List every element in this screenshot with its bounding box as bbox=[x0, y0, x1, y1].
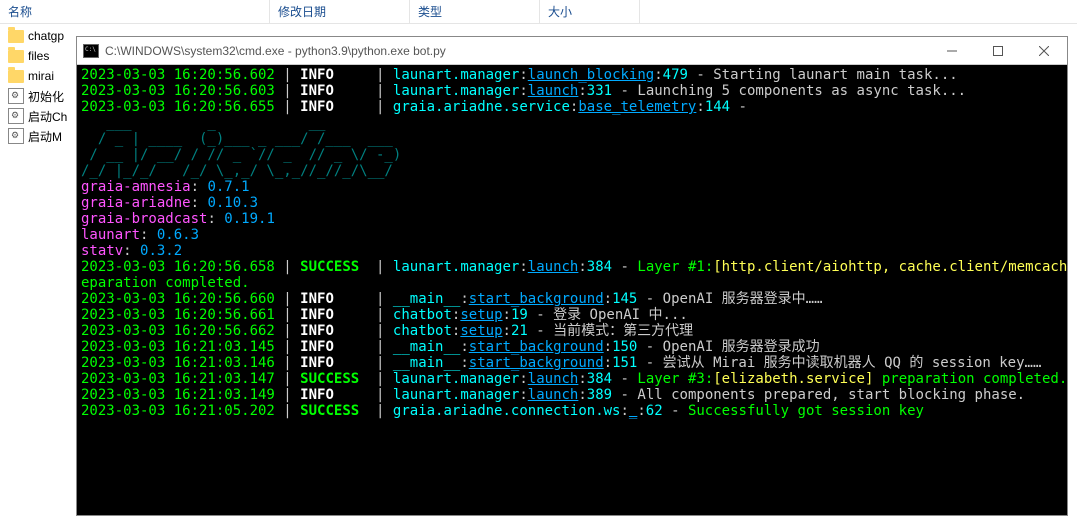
file-label: chatgp bbox=[28, 29, 64, 43]
file-label: 启动Ch bbox=[28, 108, 67, 125]
window-controls bbox=[929, 37, 1067, 64]
col-date[interactable]: 修改日期 bbox=[270, 0, 410, 24]
batch-file-icon bbox=[8, 108, 24, 124]
cmd-window: C:\WINDOWS\system32\cmd.exe - python3.9\… bbox=[76, 36, 1068, 516]
cmd-icon bbox=[83, 44, 99, 58]
file-label: mirai bbox=[28, 69, 54, 83]
file-label: files bbox=[28, 49, 49, 63]
minimize-button[interactable] bbox=[929, 37, 975, 65]
file-label: 启动M bbox=[28, 128, 62, 145]
folder-icon bbox=[8, 30, 24, 43]
file-label: 初始化 bbox=[28, 88, 64, 105]
cmd-body[interactable]: 2023-03-03 16:20:56.602 | INFO | launart… bbox=[77, 65, 1067, 515]
batch-file-icon bbox=[8, 128, 24, 144]
col-size[interactable]: 大小 bbox=[540, 0, 640, 24]
maximize-button[interactable] bbox=[975, 37, 1021, 65]
cmd-title: C:\WINDOWS\system32\cmd.exe - python3.9\… bbox=[105, 44, 929, 58]
batch-file-icon bbox=[8, 88, 24, 104]
col-name[interactable]: 名称 bbox=[0, 0, 270, 24]
col-type[interactable]: 类型 bbox=[410, 0, 540, 24]
folder-icon bbox=[8, 70, 24, 83]
cmd-titlebar[interactable]: C:\WINDOWS\system32\cmd.exe - python3.9\… bbox=[77, 37, 1067, 65]
folder-icon bbox=[8, 50, 24, 63]
column-headers: 名称 修改日期 类型 大小 bbox=[0, 0, 1077, 24]
close-button[interactable] bbox=[1021, 37, 1067, 65]
